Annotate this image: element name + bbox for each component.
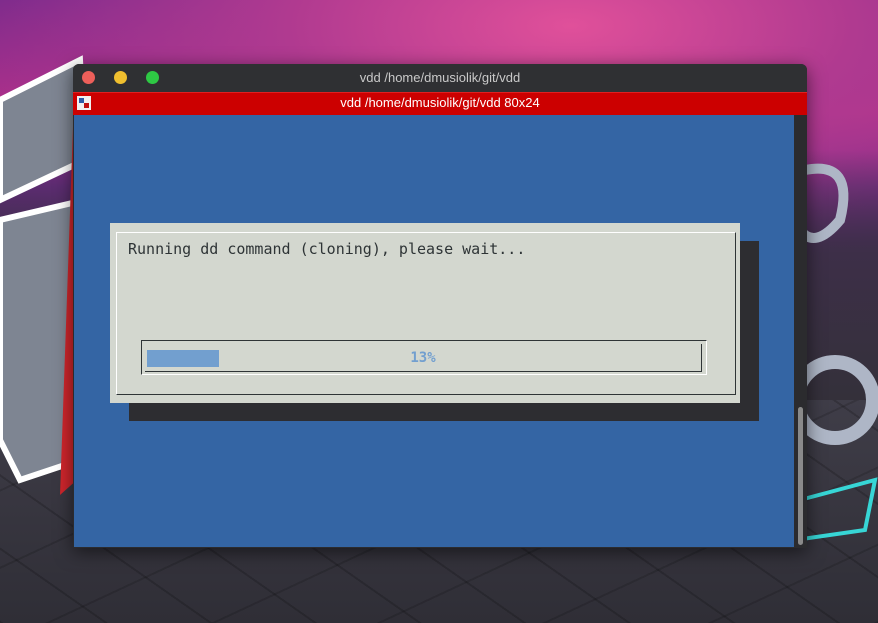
wallpaper-logo-right-graphic: [795, 163, 878, 543]
terminal-window: vdd /home/dmusiolik/git/vdd vdd /home/dm…: [73, 64, 807, 548]
terminal-scrollbar[interactable]: [794, 115, 807, 548]
progress-percent-label: 13%: [410, 350, 436, 366]
terminal-tab-bar: vdd /home/dmusiolik/git/vdd 80x24: [73, 92, 807, 115]
progress-gauge-inner: 13%: [145, 344, 702, 372]
progress-dialog: Running dd command (cloning), please wai…: [110, 223, 740, 403]
window-titlebar[interactable]: vdd /home/dmusiolik/git/vdd: [73, 64, 807, 92]
terminal-screen[interactable]: Running dd command (cloning), please wai…: [74, 115, 794, 547]
scrollbar-thumb[interactable]: [798, 407, 803, 545]
window-title: vdd /home/dmusiolik/git/vdd: [359, 70, 521, 85]
terminal-tab-title[interactable]: vdd /home/dmusiolik/git/vdd 80x24: [73, 93, 807, 115]
dialog-message: Running dd command (cloning), please wai…: [128, 240, 526, 258]
progress-gauge: 13%: [141, 340, 707, 375]
